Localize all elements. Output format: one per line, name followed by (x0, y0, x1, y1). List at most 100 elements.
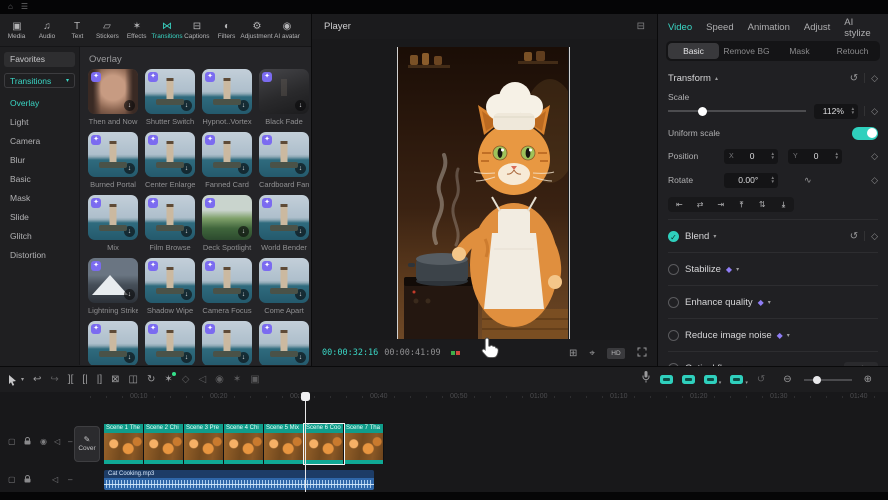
scale-stepper[interactable]: ▲▼ (851, 107, 855, 115)
align-left-icon[interactable]: ⇤ (676, 200, 683, 209)
blend-keyframe-icon[interactable]: ◇ (871, 231, 878, 242)
clip-scene-7-tha[interactable]: Scene 7 Tha (344, 424, 384, 464)
align-top-icon[interactable]: ⇤ (737, 201, 746, 208)
clip-scene-5-mix[interactable]: Scene 5 Mix (264, 424, 304, 464)
transition-card-shadow-wipe[interactable]: ✦↓Shadow Wipe (145, 258, 195, 315)
sidebar-item-glitch[interactable]: Glitch (0, 227, 79, 246)
ribbon-item-media[interactable]: ▣Media (2, 21, 32, 40)
ribbon-item-stickers[interactable]: ▱Stickers (92, 21, 122, 40)
sidebar-item-camera[interactable]: Camera (0, 132, 79, 151)
transition-card-come-apart[interactable]: ✦↓Come Apart (259, 258, 309, 315)
track-options-icon[interactable]: ▢ (8, 476, 16, 484)
sidebar-item-light[interactable]: Light (0, 113, 79, 132)
sidebar-group-transitions[interactable]: Transitions ▾ (4, 73, 75, 88)
preview-frame[interactable] (398, 47, 568, 339)
zoom-out-icon[interactable]: ⊖ (783, 374, 791, 385)
track-more-icon[interactable]: ‒ (68, 438, 72, 446)
transition-card-camera-focus[interactable]: ✦↓Camera Focus (202, 258, 252, 315)
ribbon-item-text[interactable]: TText (62, 21, 92, 40)
track-mute-icon[interactable]: ◁ (52, 476, 58, 484)
ribbon-item-filters[interactable]: ◐Filters (212, 21, 242, 40)
ribbon-item-captions[interactable]: ⊟Captions (182, 21, 212, 40)
playhead[interactable] (305, 392, 306, 492)
align-right-icon[interactable]: ⇥ (717, 200, 724, 209)
track-options-icon[interactable]: ▢ (8, 438, 16, 446)
reverse-icon[interactable]: ↻ (147, 374, 155, 385)
clip-scene-3-pre[interactable]: Scene 3 Pre (184, 424, 224, 464)
voiceover-mic-icon[interactable] (641, 370, 651, 389)
reduce-noise-checkbox[interactable] (668, 330, 679, 341)
selection-handle-right[interactable] (569, 47, 570, 339)
delete-icon[interactable]: ⊠ (111, 374, 119, 385)
preview-stage[interactable] (312, 39, 657, 340)
auto-link-toggle-icon[interactable] (682, 371, 695, 389)
track-mute-icon[interactable]: ◁ (54, 438, 60, 446)
tab-video[interactable]: Video (668, 22, 692, 33)
transition-card-center-enlarge[interactable]: ✦↓Center Enlarge (145, 132, 195, 189)
scale-keyframe-icon[interactable]: ◇ (871, 106, 878, 117)
transition-card-then-and-now[interactable]: ✦↓Then and Now (88, 69, 138, 126)
player-layout-icon[interactable]: ⊟ (637, 21, 645, 32)
blend-checkbox[interactable]: ✓ (668, 231, 679, 242)
chevron-down-icon[interactable]: ▾ (787, 332, 790, 339)
transition-card-item[interactable]: ✦↓ (202, 321, 252, 365)
tab-ai-stylize[interactable]: AI stylize (844, 17, 878, 39)
position-y-stepper[interactable]: ▲▼ (835, 152, 839, 160)
clip-scene-6-coo[interactable]: Scene 6 Coo (304, 424, 344, 464)
rotate-stepper[interactable]: ▲▼ (771, 176, 775, 184)
subtab-mask[interactable]: Mask (774, 43, 825, 59)
transition-card-item[interactable]: ✦↓ (259, 321, 309, 365)
sidebar-item-blur[interactable]: Blur (0, 151, 79, 170)
sidebar-item-favorites[interactable]: Favorites (4, 52, 75, 67)
zoom-slider[interactable] (804, 379, 852, 381)
playhead-handle[interactable] (301, 392, 310, 401)
subtab-remove-bg[interactable]: Remove BG (721, 43, 772, 59)
scale-slider[interactable] (668, 110, 806, 112)
transition-card-mix[interactable]: ✦↓Mix (88, 195, 138, 252)
zoom-slider-thumb[interactable] (813, 376, 821, 384)
ribbon-item-transitions[interactable]: ⋈Transitions (152, 21, 182, 40)
color-flag-icon[interactable] (451, 351, 460, 355)
tab-animation[interactable]: Animation (748, 22, 790, 33)
chevron-down-icon[interactable]: ▾ (768, 299, 771, 306)
align-middle-icon[interactable]: ⇅ (759, 200, 766, 209)
tab-speed[interactable]: Speed (706, 22, 733, 33)
ribbon-item-audio[interactable]: ♫Audio (32, 21, 62, 40)
transition-card-item[interactable]: ✦↓ (145, 321, 195, 365)
preview-toggle-icon[interactable]: ▾ (730, 371, 748, 389)
freeze-frame-icon[interactable]: ◫ (129, 374, 138, 385)
transition-card-world-bender[interactable]: ✦↓World Bender (259, 195, 309, 252)
track-lock-icon[interactable] (24, 475, 31, 485)
chevron-down-icon[interactable]: ▾ (713, 233, 716, 240)
avatar-tool-icon[interactable]: ◉ (215, 374, 224, 385)
position-y-box[interactable]: Y 0 ▲▼ (788, 149, 842, 164)
select-caret-icon[interactable]: ▾ (21, 376, 24, 383)
transition-card-item[interactable]: ✦↓ (88, 321, 138, 365)
align-center-h-icon[interactable]: ⇄ (697, 200, 704, 209)
sidebar-item-basic[interactable]: Basic (0, 170, 79, 189)
audio-tool-icon[interactable]: ◁ (198, 374, 206, 385)
rotate-value-box[interactable]: 0.00° ▲▼ (724, 173, 778, 188)
home-icon[interactable]: ⌂ (8, 3, 13, 11)
snap-toggle-icon[interactable]: ▾ (704, 371, 722, 389)
menu-icon[interactable]: ☰ (21, 3, 28, 11)
fullscreen-icon[interactable] (637, 347, 647, 360)
reset-blend-icon[interactable]: ↺ (850, 231, 858, 242)
ribbon-item-ai-avatar[interactable]: ◉AI avatar (272, 21, 302, 40)
zoom-in-icon[interactable]: ⊕ (864, 374, 872, 385)
scale-slider-thumb[interactable] (698, 107, 707, 116)
transition-card-hypnot-vortex[interactable]: ✦↓Hypnot..Vortex (202, 69, 252, 126)
redo-icon[interactable]: ↪ (50, 374, 58, 385)
timeline[interactable]: 00:1000:2000:3000:4000:5001:0001:1001:20… (0, 392, 888, 492)
position-keyframe-icon[interactable]: ◇ (871, 151, 878, 162)
ribbon-item-adjustment[interactable]: ⚙Adjustment (242, 21, 272, 40)
align-bottom-icon[interactable]: ⇥ (778, 201, 787, 208)
object-focus-icon[interactable]: ⌖ (589, 348, 595, 359)
sidebar-item-mask[interactable]: Mask (0, 189, 79, 208)
track-hide-icon[interactable]: ◉ (40, 438, 47, 446)
rotate-dial-icon[interactable]: ∿ (804, 175, 812, 186)
track-lock-icon[interactable] (24, 437, 31, 447)
transition-card-fanned-card[interactable]: ✦↓Fanned Card (202, 132, 252, 189)
sidebar-item-distortion[interactable]: Distortion (0, 246, 79, 265)
trim-left-icon[interactable]: [| (82, 374, 87, 385)
